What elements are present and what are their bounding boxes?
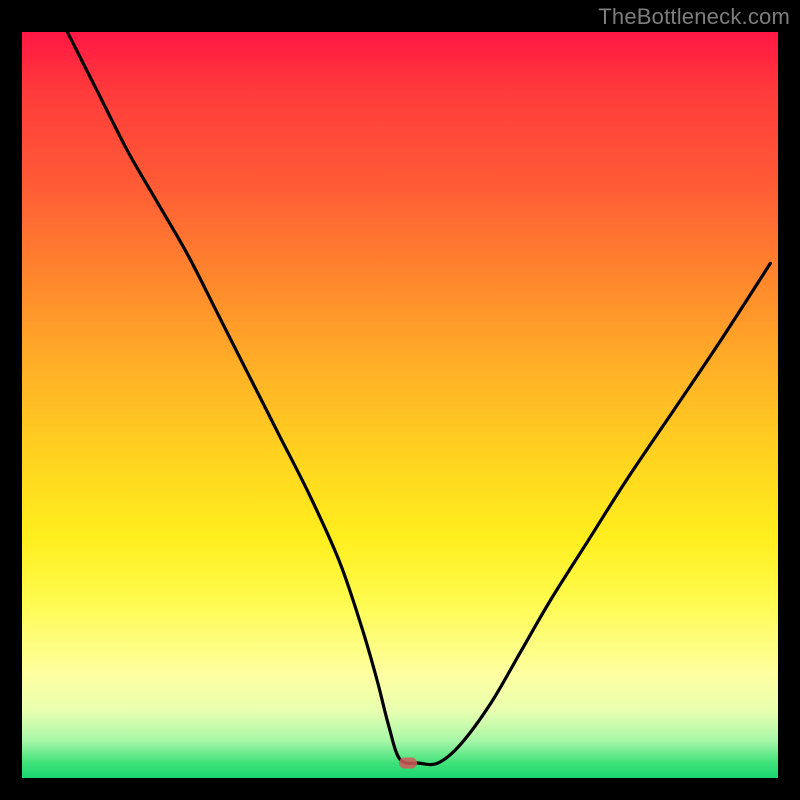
chart-stage: TheBottleneck.com (0, 0, 800, 800)
plot-area (22, 32, 778, 778)
minimum-marker (399, 758, 417, 769)
bottleneck-curve (22, 32, 778, 778)
curve-path (67, 32, 770, 765)
watermark-text: TheBottleneck.com (598, 4, 790, 30)
